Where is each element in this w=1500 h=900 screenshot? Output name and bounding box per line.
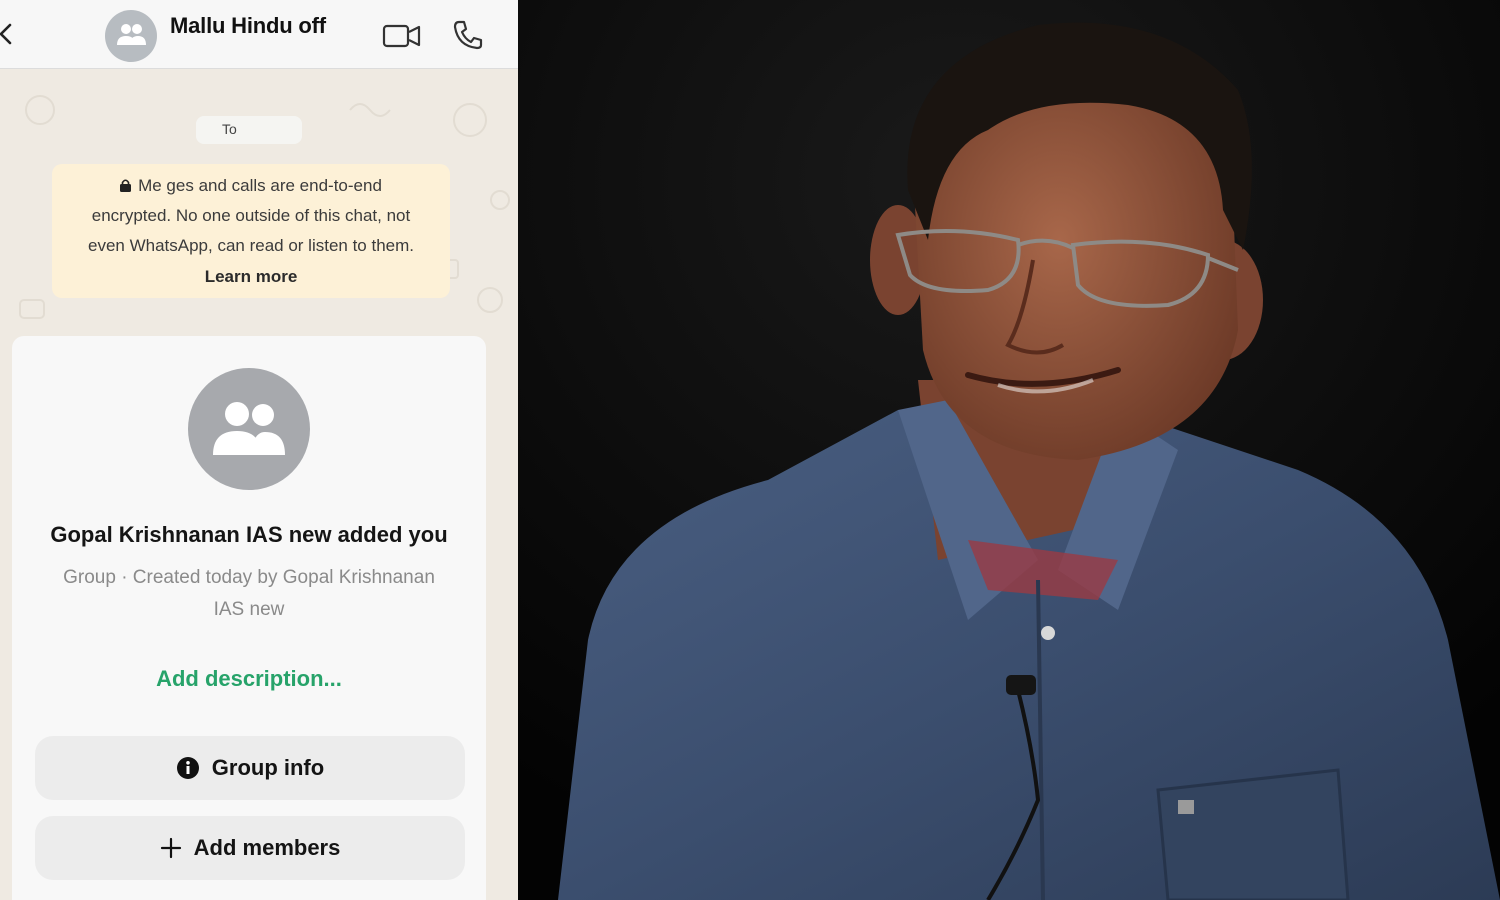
group-avatar-icon[interactable] bbox=[188, 368, 310, 490]
plus-icon bbox=[160, 837, 181, 859]
date-chip-label: To bbox=[222, 121, 237, 137]
add-members-button[interactable]: Add members bbox=[35, 816, 465, 880]
encryption-line-1-row: Me ges and calls are end-to-end bbox=[52, 176, 450, 196]
person-portrait-illustration bbox=[518, 0, 1500, 900]
learn-more-link[interactable]: Learn more bbox=[52, 267, 450, 287]
person-photo bbox=[518, 0, 1500, 900]
add-members-button-content: Add members bbox=[35, 816, 465, 880]
group-created-card: Gopal Krishnanan IAS new added you Group… bbox=[12, 336, 486, 900]
lock-icon bbox=[120, 179, 132, 192]
add-members-label: Add members bbox=[193, 835, 341, 860]
whatsapp-chat-screenshot: Mallu Hindu off To Me ges and calls are … bbox=[0, 0, 518, 900]
group-added-title: Gopal Krishnanan IAS new added you bbox=[50, 522, 448, 547]
date-chip: To bbox=[196, 116, 302, 144]
add-description-link[interactable]: Add description... bbox=[12, 666, 486, 692]
group-info-button-content: Group info bbox=[35, 736, 465, 800]
back-icon[interactable] bbox=[0, 22, 16, 46]
video-call-icon[interactable] bbox=[382, 18, 422, 50]
info-icon bbox=[176, 757, 199, 779]
encryption-line-3: even WhatsApp, can read or listen to the… bbox=[87, 236, 414, 255]
group-info-label: Group info bbox=[211, 755, 325, 780]
group-avatar-icon[interactable] bbox=[105, 10, 157, 62]
encryption-notice[interactable]: Me ges and calls are end-to-end encrypte… bbox=[52, 164, 450, 298]
chat-title[interactable]: Mallu Hindu off bbox=[170, 13, 326, 39]
group-subtitle-line-2: IAS new bbox=[213, 599, 285, 620]
group-info-button[interactable]: Group info bbox=[35, 736, 465, 800]
encryption-line-2: encrypted. No one outside of this chat, … bbox=[91, 206, 411, 225]
voice-call-icon[interactable] bbox=[452, 19, 484, 51]
group-subtitle-line-1: Group · Created today by Gopal Krishnana… bbox=[63, 567, 435, 588]
encryption-line-1: Me ges and calls are end-to-end bbox=[138, 176, 382, 195]
chat-header: Mallu Hindu off bbox=[0, 0, 518, 69]
